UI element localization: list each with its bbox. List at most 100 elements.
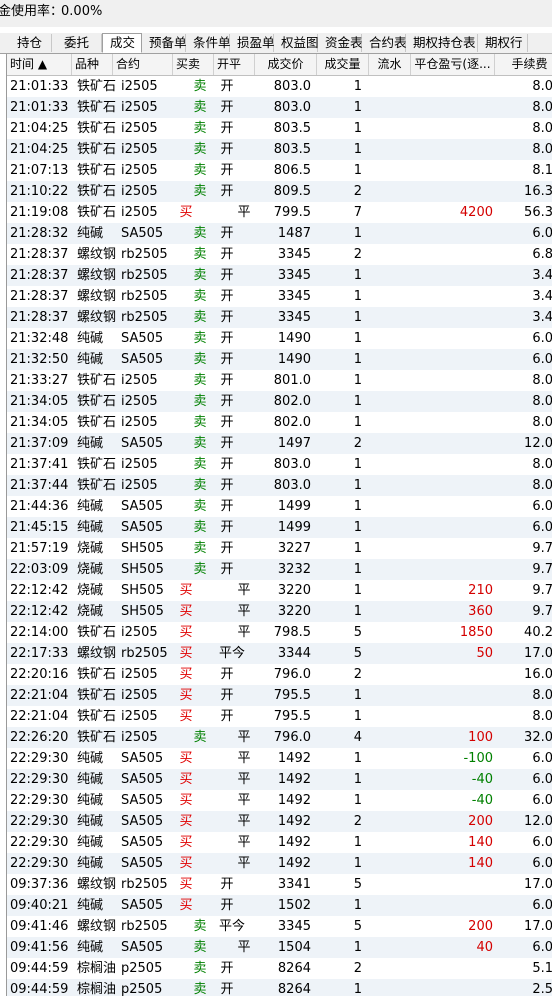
table-row[interactable]: 22:29:30 纯碱 SA505 买平 1492 1 140 6.0 <box>7 832 552 853</box>
cell-oc: 开 <box>220 310 234 325</box>
table-row[interactable]: 21:28:37 螺纹钢 rb2505 卖开 3345 2 6.8 <box>7 244 552 265</box>
cell-qty: 1 <box>353 163 362 178</box>
table-row[interactable]: 21:01:33 铁矿石 i2505 卖开 803.0 1 8.0 <box>7 76 552 97</box>
tab-7[interactable]: 资金表 <box>318 34 363 52</box>
column-header-4[interactable]: 开平 <box>214 54 255 75</box>
cell-time: 21:33:27 <box>10 373 69 388</box>
table-row[interactable]: 21:28:37 螺纹钢 rb2505 卖开 3345 1 3.4 <box>7 286 552 307</box>
table-row[interactable]: 22:20:16 铁矿石 i2505 买 开 796.0 2 16.0 <box>7 664 552 685</box>
cell-variety: 烧碱 <box>77 583 104 598</box>
table-row[interactable]: 21:28:37 螺纹钢 rb2505 卖开 3345 1 3.4 <box>7 307 552 328</box>
cell-qty: 1 <box>353 520 362 535</box>
tab-2[interactable]: 成交 <box>102 33 142 53</box>
tab-10[interactable]: 期权行 <box>478 34 528 52</box>
cell-time: 22:03:09 <box>10 562 69 577</box>
cell-fee: 8.0 <box>532 394 552 409</box>
tab-6[interactable]: 权益图 <box>274 34 319 52</box>
cell-pnl: -100 <box>463 751 493 766</box>
cell-flow <box>369 391 411 412</box>
tab-4[interactable]: 条件单 <box>186 34 231 52</box>
table-row[interactable]: 21:37:09 纯碱 SA505 卖开 1497 2 12.0 <box>7 433 552 454</box>
cell-fee: 8.0 <box>532 457 552 472</box>
table-row[interactable]: 09:37:36 螺纹钢 rb2505 买 开 3341 5 17.0 <box>7 874 552 895</box>
cell-flow <box>369 412 411 433</box>
table-row[interactable]: 21:37:44 铁矿石 i2505 卖开 803.0 1 8.0 <box>7 475 552 496</box>
table-row[interactable]: 22:21:04 铁矿石 i2505 买 开 795.5 1 8.0 <box>7 685 552 706</box>
tab-0[interactable]: 持仓 <box>8 34 52 52</box>
table-row[interactable]: 22:29:30 纯碱 SA505 买平 1492 1 -100 6.0 <box>7 748 552 769</box>
table-row[interactable]: 21:04:25 铁矿石 i2505 卖开 803.5 1 8.0 <box>7 139 552 160</box>
column-header-5[interactable]: 成交价 <box>255 54 317 75</box>
table-row[interactable]: 22:29:30 纯碱 SA505 买平 1492 1 -40 6.0 <box>7 769 552 790</box>
cell-variety: 纯碱 <box>77 793 104 808</box>
table-row[interactable]: 21:57:19 烧碱 SH505 卖开 3227 1 9.7 <box>7 538 552 559</box>
tab-8[interactable]: 合约表 <box>362 34 407 52</box>
cell-variety: 纯碱 <box>77 520 104 535</box>
cell-contract: i2505 <box>121 415 158 430</box>
cell-pnl: -40 <box>471 772 493 787</box>
cell-variety: 铁矿石 <box>77 478 117 493</box>
column-header-2[interactable]: 合约 <box>113 54 173 75</box>
tab-strip: 持仓 委托 成交 预备单 条件单 损盈单 权益图 资金表 合约表 期权持仓表 期权行 <box>0 33 552 54</box>
column-header-6[interactable]: 成交量 <box>317 54 369 75</box>
table-row[interactable]: 21:07:13 铁矿石 i2505 卖开 806.5 1 8.1 <box>7 160 552 181</box>
table-row[interactable]: 21:28:32 纯碱 SA505 卖开 1487 1 6.0 <box>7 223 552 244</box>
table-row[interactable]: 09:40:21 纯碱 SA505 买 开 1502 1 6.0 <box>7 895 552 916</box>
table-row[interactable]: 21:44:36 纯碱 SA505 卖开 1499 1 6.0 <box>7 496 552 517</box>
cell-fee: 6.8 <box>532 247 552 262</box>
table-row[interactable]: 22:26:20 铁矿石 i2505 卖平 796.0 4 100 32.0 <box>7 727 552 748</box>
tab-5[interactable]: 损盈单 <box>230 34 275 52</box>
table-row[interactable]: 09:41:46 螺纹钢 rb2505 卖平今 3345 5 200 17.0 <box>7 916 552 937</box>
table-row[interactable]: 22:29:30 纯碱 SA505 买平 1492 1 -40 6.0 <box>7 790 552 811</box>
table-row[interactable]: 22:03:09 烧碱 SH505 卖开 3232 1 9.7 <box>7 559 552 580</box>
table-row[interactable]: 22:21:04 铁矿石 i2505 买 开 795.5 1 8.0 <box>7 706 552 727</box>
cell-time: 21:32:50 <box>10 352 69 367</box>
table-row[interactable]: 09:44:59 棕榈油 p2505 卖开 8264 1 2.5 <box>7 979 552 996</box>
cell-variety: 螺纹钢 <box>77 877 117 892</box>
cell-oc: 开 <box>220 331 234 346</box>
table-row[interactable]: 09:44:59 棕榈油 p2505 卖开 8264 2 5.1 <box>7 958 552 979</box>
table-row[interactable]: 21:37:41 铁矿石 i2505 卖开 803.0 1 8.0 <box>7 454 552 475</box>
table-row[interactable]: 21:34:05 铁矿石 i2505 卖开 802.0 1 8.0 <box>7 391 552 412</box>
cell-oc: 开 <box>220 247 234 262</box>
table-row[interactable]: 09:41:56 纯碱 SA505 卖平 1504 1 40 6.0 <box>7 937 552 958</box>
cell-pnl <box>411 307 493 328</box>
cell-variety: 螺纹钢 <box>77 310 117 325</box>
table-row[interactable]: 21:32:50 纯碱 SA505 卖开 1490 1 6.0 <box>7 349 552 370</box>
table-row[interactable]: 21:32:48 纯碱 SA505 卖开 1490 1 6.0 <box>7 328 552 349</box>
table-row[interactable]: 21:28:37 螺纹钢 rb2505 卖开 3345 1 3.4 <box>7 265 552 286</box>
table-row[interactable]: 22:29:30 纯碱 SA505 买平 1492 1 140 6.0 <box>7 853 552 874</box>
column-header-1[interactable]: 品种 <box>72 54 113 75</box>
table-row[interactable]: 22:12:42 烧碱 SH505 买平 3220 1 360 9.7 <box>7 601 552 622</box>
cell-contract: i2505 <box>121 478 158 493</box>
table-row[interactable]: 22:17:33 螺纹钢 rb2505 买 平今 3344 5 50 17.0 <box>7 643 552 664</box>
column-header-7[interactable]: 流水 <box>369 54 411 75</box>
cell-contract: SA505 <box>121 331 164 346</box>
column-header-9[interactable]: 手续费 <box>495 54 552 75</box>
cell-time: 21:32:48 <box>10 331 69 346</box>
tab-1[interactable]: 委托 <box>52 34 102 52</box>
cell-variety: 铁矿石 <box>77 100 117 115</box>
column-header-8[interactable]: 平仓盈亏(逐... <box>411 54 495 75</box>
cell-time: 22:20:16 <box>10 667 69 682</box>
cell-side: 买 <box>179 751 193 766</box>
cell-price: 3232 <box>277 562 311 577</box>
table-row[interactable]: 21:10:22 铁矿石 i2505 卖开 809.5 2 16.3 <box>7 181 552 202</box>
table-row[interactable]: 21:33:27 铁矿石 i2505 卖开 801.0 1 8.0 <box>7 370 552 391</box>
table-row[interactable]: 21:45:15 纯碱 SA505 卖开 1499 1 6.0 <box>7 517 552 538</box>
table-row[interactable]: 21:04:25 铁矿石 i2505 卖开 803.5 1 8.0 <box>7 118 552 139</box>
table-row[interactable]: 21:19:08 铁矿石 i2505 买平 799.5 7 4200 56.3 <box>7 202 552 223</box>
cell-contract: i2505 <box>121 373 158 388</box>
table-row[interactable]: 21:01:33 铁矿石 i2505 卖开 803.0 1 8.0 <box>7 97 552 118</box>
tab-3[interactable]: 预备单 <box>142 34 187 52</box>
table-row[interactable]: 21:34:05 铁矿石 i2505 卖开 802.0 1 8.0 <box>7 412 552 433</box>
tab-9[interactable]: 期权持仓表 <box>406 34 478 52</box>
table-row[interactable]: 22:14:00 铁矿石 i2505 买平 798.5 5 1850 40.2 <box>7 622 552 643</box>
table-row[interactable]: 22:12:42 烧碱 SH505 买平 3220 1 210 9.7 <box>7 580 552 601</box>
table-row[interactable]: 22:29:30 纯碱 SA505 买平 1492 2 200 12.0 <box>7 811 552 832</box>
column-header-0[interactable]: 时间 ▲ <box>7 54 72 75</box>
column-header-3[interactable]: 买卖 <box>173 54 214 75</box>
cell-side: 卖 <box>193 352 207 367</box>
cell-qty: 1 <box>353 898 362 913</box>
cell-contract: rb2505 <box>121 310 168 325</box>
